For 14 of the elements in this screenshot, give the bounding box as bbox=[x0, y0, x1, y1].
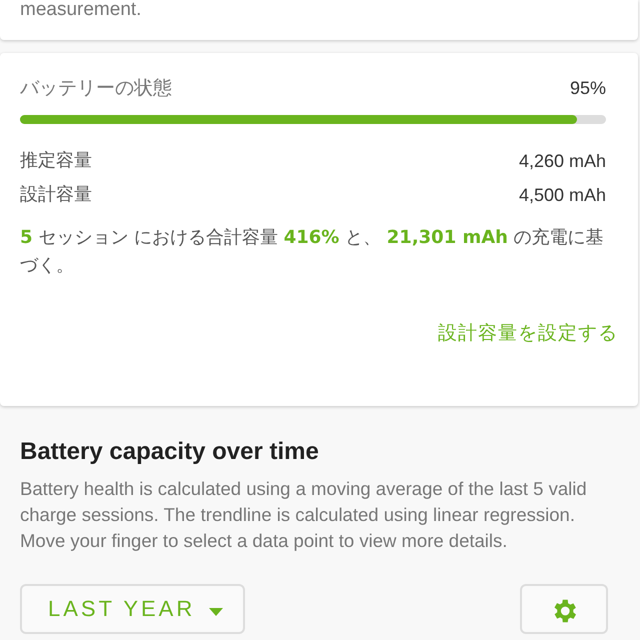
set-design-capacity-button[interactable]: 設計容量を設定する bbox=[430, 316, 626, 350]
capacity-label: 設計容量 bbox=[20, 183, 92, 207]
section-description: Battery health is calculated using a moving average of the last 5 valid charge sessions. The trendline is calculated using linear regression. Move your finger to select a data point to view more details. bbox=[20, 477, 588, 553]
capacity-value: 4,260 mAh bbox=[518, 150, 606, 172]
description-text: measurement. bbox=[20, 0, 142, 21]
section-title: Battery capacity over time bbox=[20, 438, 320, 466]
capacity-value: 4,500 mAh bbox=[518, 184, 606, 206]
caret-icon bbox=[209, 608, 224, 616]
health-percent: 95% bbox=[570, 78, 606, 98]
health-title: バッテリーの状態 bbox=[20, 76, 172, 101]
summary-text: 5 セッション における合計容量 416% と、 21,301 mAh の充電に基づく。 bbox=[20, 226, 605, 278]
settings-button[interactable] bbox=[520, 584, 608, 634]
range-dropdown[interactable]: LAST YEAR bbox=[20, 584, 246, 634]
capacity-label: 推定容量 bbox=[20, 149, 92, 173]
